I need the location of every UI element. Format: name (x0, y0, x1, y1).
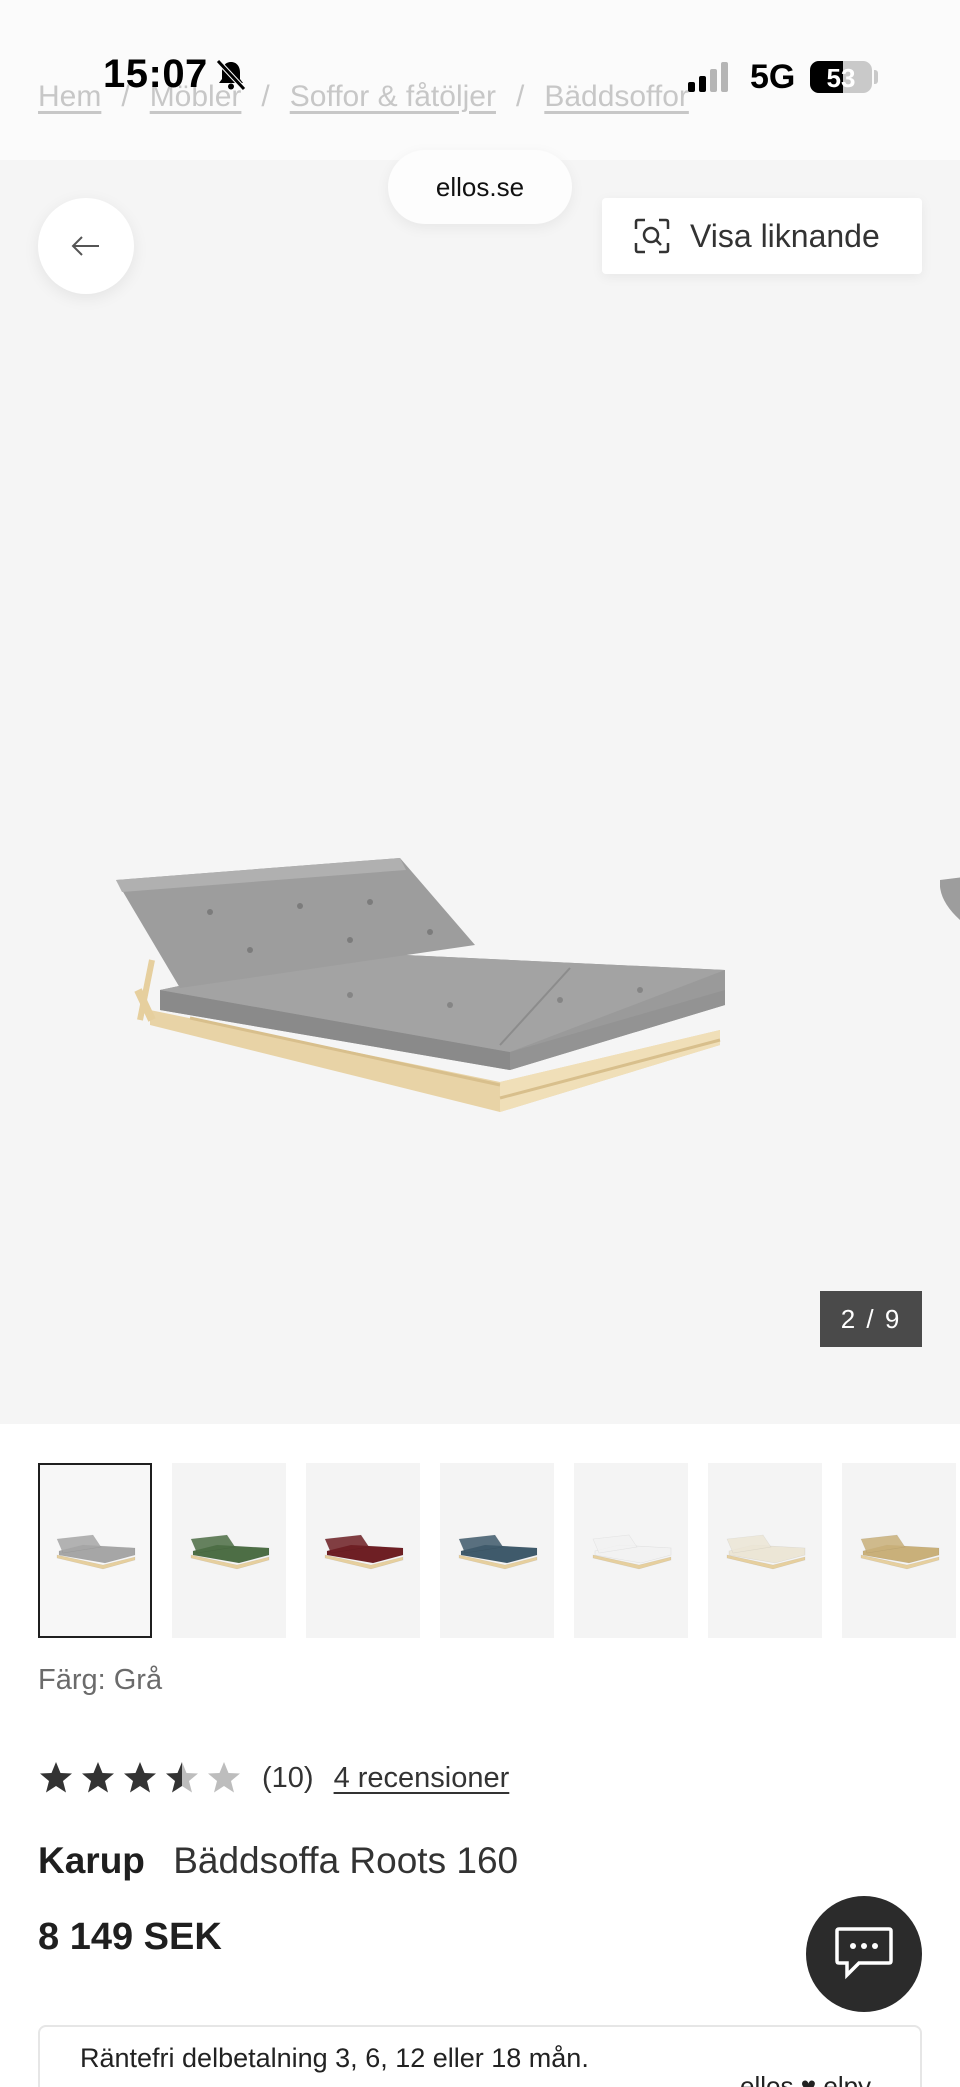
visual-search-label: Visa liknande (690, 217, 880, 254)
breadcrumb-link-sofas[interactable]: Soffor & fåtöljer (290, 80, 496, 114)
star-icon (166, 1762, 198, 1793)
star-icon (82, 1762, 114, 1793)
visual-search-icon (634, 218, 670, 254)
rating-count: (10) (262, 1761, 314, 1794)
top-bar: Hem / Möbler / Soffor & fåtöljer / Bädds… (0, 0, 960, 160)
chat-button[interactable] (806, 1896, 922, 2012)
product-title: Karup Bäddsoffa Roots 160 (38, 1840, 518, 1882)
product-image[interactable] (100, 840, 740, 1140)
next-image-peek (940, 877, 960, 920)
browser-url-pill[interactable]: ellos.se (388, 150, 572, 224)
star-icon (124, 1762, 156, 1793)
visual-search-button[interactable]: Visa liknande (602, 198, 922, 274)
network-type: 5G (750, 58, 796, 96)
color-thumbnail[interactable] (306, 1463, 420, 1638)
thumbnail-sofa-image (592, 1534, 672, 1569)
reviews-link[interactable]: 4 recensioner (334, 1762, 510, 1795)
thumbnail-sofa-image (458, 1534, 538, 1569)
color-thumbnail[interactable] (172, 1463, 286, 1638)
breadcrumb-separator: / (261, 80, 270, 113)
back-button[interactable] (38, 198, 134, 294)
status-time: 15:07 (103, 52, 208, 96)
star-icon (40, 1762, 72, 1793)
selected-color: Färg: Grå (38, 1664, 163, 1696)
thumbnail-sofa-image (56, 1534, 136, 1569)
color-thumbnail[interactable] (842, 1463, 956, 1638)
product-brand[interactable]: Karup (38, 1840, 145, 1881)
color-thumbnail[interactable] (574, 1463, 688, 1638)
bell-muted-icon (216, 59, 246, 91)
battery-tip (874, 70, 878, 84)
image-counter: 2 / 9 (820, 1291, 922, 1347)
financing-info[interactable]: Räntefri delbetalning 3, 6, 12 eller 18 … (38, 2025, 922, 2087)
product-gallery[interactable] (0, 160, 960, 1424)
product-price: 8 149 SEK (38, 1916, 222, 1958)
breadcrumb-link-home[interactable]: Hem (38, 80, 101, 114)
breadcrumb-link-sofabeds[interactable]: Bäddsoffor (544, 80, 689, 114)
color-thumbnail[interactable] (38, 1463, 152, 1638)
breadcrumb-separator: / (515, 80, 525, 113)
color-thumbnail[interactable] (440, 1463, 554, 1638)
chat-icon (835, 1927, 893, 1980)
color-thumbnail[interactable] (708, 1463, 822, 1638)
star-icon (208, 1762, 240, 1793)
thumbnail-sofa-image (190, 1534, 270, 1569)
thumbnail-sofa-image (860, 1534, 940, 1569)
thumbnail-sofa-image (726, 1534, 806, 1569)
financing-logo: ellos ♥ elpy (740, 2071, 872, 2087)
product-name: Bäddsoffa Roots 160 (173, 1840, 519, 1881)
arrow-left-icon (71, 236, 99, 256)
rating-row: (10) 4 recensioner (38, 1760, 509, 1796)
battery-icon: 53 (810, 61, 872, 93)
battery-level: 53 (826, 63, 856, 93)
thumbnail-sofa-image (324, 1534, 404, 1569)
rating-stars (38, 1760, 242, 1796)
color-thumbnails (38, 1463, 956, 1638)
signal-strength-icon (688, 60, 728, 92)
financing-text: Räntefri delbetalning 3, 6, 12 eller 18 … (80, 2043, 589, 2073)
